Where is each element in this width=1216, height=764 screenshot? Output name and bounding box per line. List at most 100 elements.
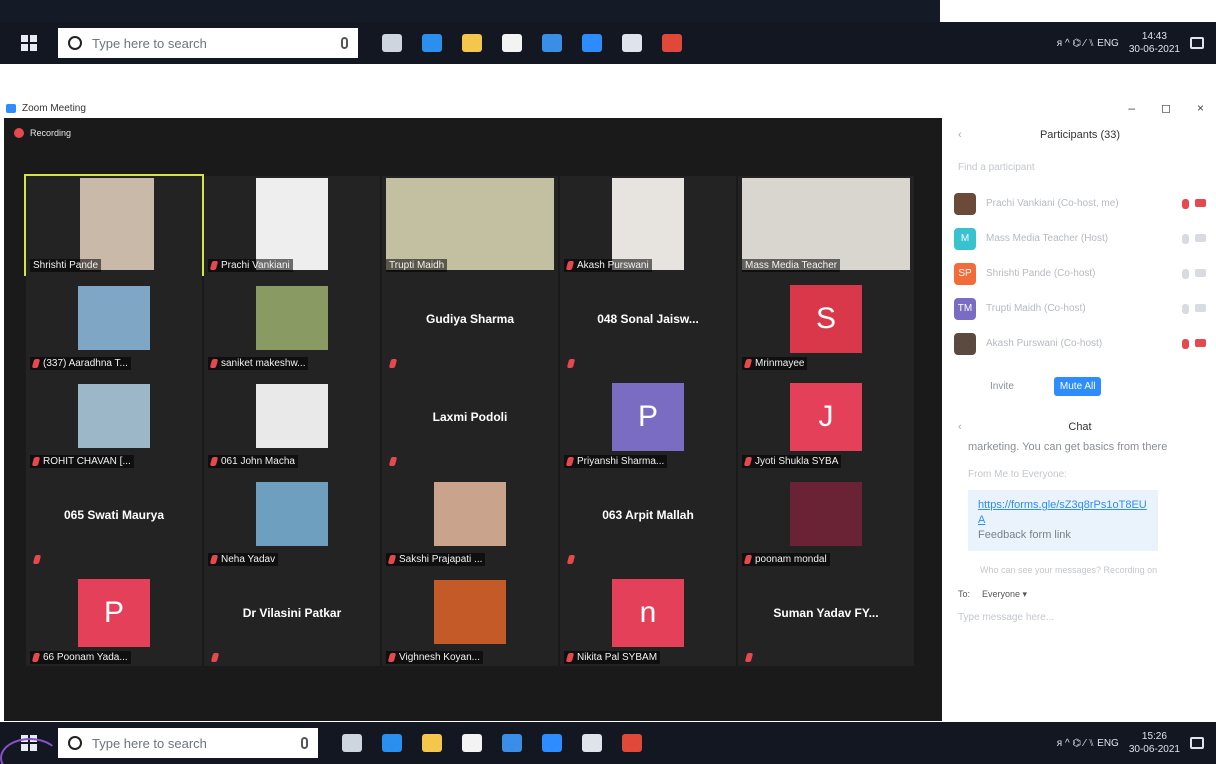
tray-icons-bottom[interactable]: ᴙ ^ ⌬ ⁄ ⑊ ENG — [1057, 738, 1119, 749]
mail-taskbar-button[interactable] — [492, 722, 532, 764]
mail-taskbar-button[interactable] — [532, 22, 572, 64]
microphone-icon[interactable] — [341, 37, 348, 49]
participant-avatar — [954, 192, 976, 215]
muted-mic-icon — [31, 359, 41, 368]
clock[interactable]: 14:43 30-06-2021 — [1129, 30, 1180, 56]
mic-status-icon[interactable] — [1182, 233, 1189, 244]
participant-tile[interactable]: poonam mondal — [738, 470, 914, 568]
participant-tile[interactable]: P 66 Poonam Yada... — [26, 568, 202, 666]
close-button[interactable]: × — [1197, 101, 1204, 115]
zoom-icon — [542, 734, 562, 752]
clock-bottom[interactable]: 15:26 30-06-2021 — [1129, 730, 1180, 756]
camera-status-icon[interactable] — [1195, 268, 1206, 277]
edge-icon — [382, 734, 402, 752]
start-button[interactable] — [0, 22, 58, 64]
participant-tile[interactable]: Akash Purswani — [560, 176, 736, 274]
file-explorer-taskbar-button[interactable] — [452, 22, 492, 64]
chat-title: Chat — [1068, 421, 1092, 433]
notification-icon[interactable] — [1190, 737, 1204, 749]
participant-initial-avatar: P — [78, 579, 150, 647]
participant-name: poonam mondal — [755, 554, 827, 565]
task-view-taskbar-button[interactable] — [372, 22, 412, 64]
camera-status-icon[interactable] — [1195, 198, 1206, 207]
chrome-taskbar-button[interactable] — [612, 722, 652, 764]
collapse-chevron-icon[interactable]: ‹ — [958, 129, 962, 141]
task-view-taskbar-button[interactable] — [332, 722, 372, 764]
participant-tile[interactable]: Suman Yadav FY... — [738, 568, 914, 666]
camera-status-icon[interactable] — [1195, 338, 1206, 347]
chat-collapse-chevron-icon[interactable]: ‹ — [958, 421, 962, 433]
invite-button[interactable]: Invite — [990, 381, 1014, 392]
participant-name: Nikita Pal SYBAM — [577, 652, 658, 663]
participant-tile[interactable]: Trupti Maidh — [382, 176, 558, 274]
participant-tile[interactable]: P Priyanshi Sharma... — [560, 372, 736, 470]
participant-display-name: 063 Arpit Mallah — [602, 508, 694, 522]
participant-name-label: (337) Aaradhna T... — [30, 357, 131, 370]
mic-status-icon[interactable] — [1182, 338, 1189, 349]
participant-tile[interactable]: Vighnesh Koyan... — [382, 568, 558, 666]
participant-row[interactable]: Akash Purswani (Co-host) — [954, 326, 1206, 361]
chat-recipient-dropdown[interactable]: Everyone ▾ — [982, 589, 1027, 600]
participant-tile[interactable]: 063 Arpit Mallah — [560, 470, 736, 568]
participant-tile[interactable]: 048 Sonal Jaisw... — [560, 274, 736, 372]
notification-icon[interactable] — [1190, 37, 1204, 49]
participant-tile[interactable]: 065 Swati Maurya — [26, 470, 202, 568]
participant-video — [80, 178, 154, 270]
zoom-taskbar-button[interactable] — [532, 722, 572, 764]
participant-tile[interactable]: Laxmi Podoli — [382, 372, 558, 470]
find-participant-input[interactable]: Find a participant — [958, 156, 1202, 178]
settings-taskbar-button[interactable] — [572, 722, 612, 764]
taskbar-search-box-bottom[interactable]: Type here to search — [58, 728, 318, 758]
settings-taskbar-button[interactable] — [612, 22, 652, 64]
participant-tile[interactable]: Dr Vilasini Patkar — [204, 568, 380, 666]
participant-row[interactable]: M Mass Media Teacher (Host) — [954, 221, 1206, 256]
participant-tile[interactable]: Gudiya Sharma — [382, 274, 558, 372]
participant-tile[interactable]: ROHIT CHAVAN [... — [26, 372, 202, 470]
participant-name-label: Prachi Vankiani — [208, 259, 293, 272]
maximize-button[interactable]: ◻ — [1161, 101, 1171, 115]
tray-icons[interactable]: ᴙ ^ ⌬ ⁄ ⑊ ENG — [1057, 38, 1119, 49]
chat-link[interactable]: https://forms.gle/sZ3q8rPs1oT8EUA — [978, 498, 1148, 528]
participant-tile[interactable]: S Mrinmayee — [738, 274, 914, 372]
participant-tile[interactable]: J Jyoti Shukla SYBA — [738, 372, 914, 470]
mute-all-button[interactable]: Mute All — [1053, 377, 1102, 396]
edge-taskbar-button[interactable] — [372, 722, 412, 764]
chat-message-input[interactable]: Type message here... — [944, 612, 1216, 623]
participant-tile[interactable]: Prachi Vankiani — [204, 176, 380, 274]
store-taskbar-button[interactable] — [492, 22, 532, 64]
mic-status-icon[interactable] — [1182, 198, 1189, 209]
recording-indicator[interactable]: Recording — [14, 128, 71, 138]
chrome-taskbar-button[interactable] — [652, 22, 692, 64]
participant-tile[interactable]: Neha Yadav — [204, 470, 380, 568]
participant-tile[interactable]: Sakshi Prajapati ... — [382, 470, 558, 568]
participant-tile[interactable]: Mass Media Teacher — [738, 176, 914, 274]
participant-name-label: Akash Purswani — [564, 259, 652, 272]
participant-row[interactable]: SP Shrishti Pande (Co-host) — [954, 256, 1206, 291]
settings-icon — [582, 734, 602, 752]
minimize-button[interactable]: – — [1128, 101, 1135, 115]
participant-tile[interactable]: saniket makeshw... — [204, 274, 380, 372]
muted-mic-icon — [209, 555, 219, 564]
windows-icon — [21, 35, 37, 51]
taskbar-search-box[interactable]: Type here to search — [58, 28, 358, 58]
mic-status-icon[interactable] — [1182, 268, 1189, 279]
chat-messages: marketing. You can get basics from there… — [944, 440, 1216, 551]
store-taskbar-button[interactable] — [452, 722, 492, 764]
file-explorer-icon — [422, 734, 442, 752]
participant-tile[interactable]: Shrishti Pande — [24, 174, 204, 276]
mic-status-icon[interactable] — [1182, 303, 1189, 314]
participant-row[interactable]: TM Trupti Maidh (Co-host) — [954, 291, 1206, 326]
muted-mic-icon — [387, 555, 397, 564]
edge-taskbar-button[interactable] — [412, 22, 452, 64]
participant-tile[interactable]: 061 John Macha — [204, 372, 380, 470]
microphone-icon[interactable] — [301, 737, 308, 749]
participant-row[interactable]: Prachi Vankiani (Co-host, me) — [954, 186, 1206, 221]
participant-display-name: Gudiya Sharma — [425, 312, 515, 326]
find-participant-placeholder: Find a participant — [958, 161, 1035, 173]
camera-status-icon[interactable] — [1195, 233, 1206, 242]
participant-tile[interactable]: n Nikita Pal SYBAM — [560, 568, 736, 666]
zoom-taskbar-button[interactable] — [572, 22, 612, 64]
file-explorer-taskbar-button[interactable] — [412, 722, 452, 764]
camera-status-icon[interactable] — [1195, 303, 1206, 312]
participant-tile[interactable]: (337) Aaradhna T... — [26, 274, 202, 372]
